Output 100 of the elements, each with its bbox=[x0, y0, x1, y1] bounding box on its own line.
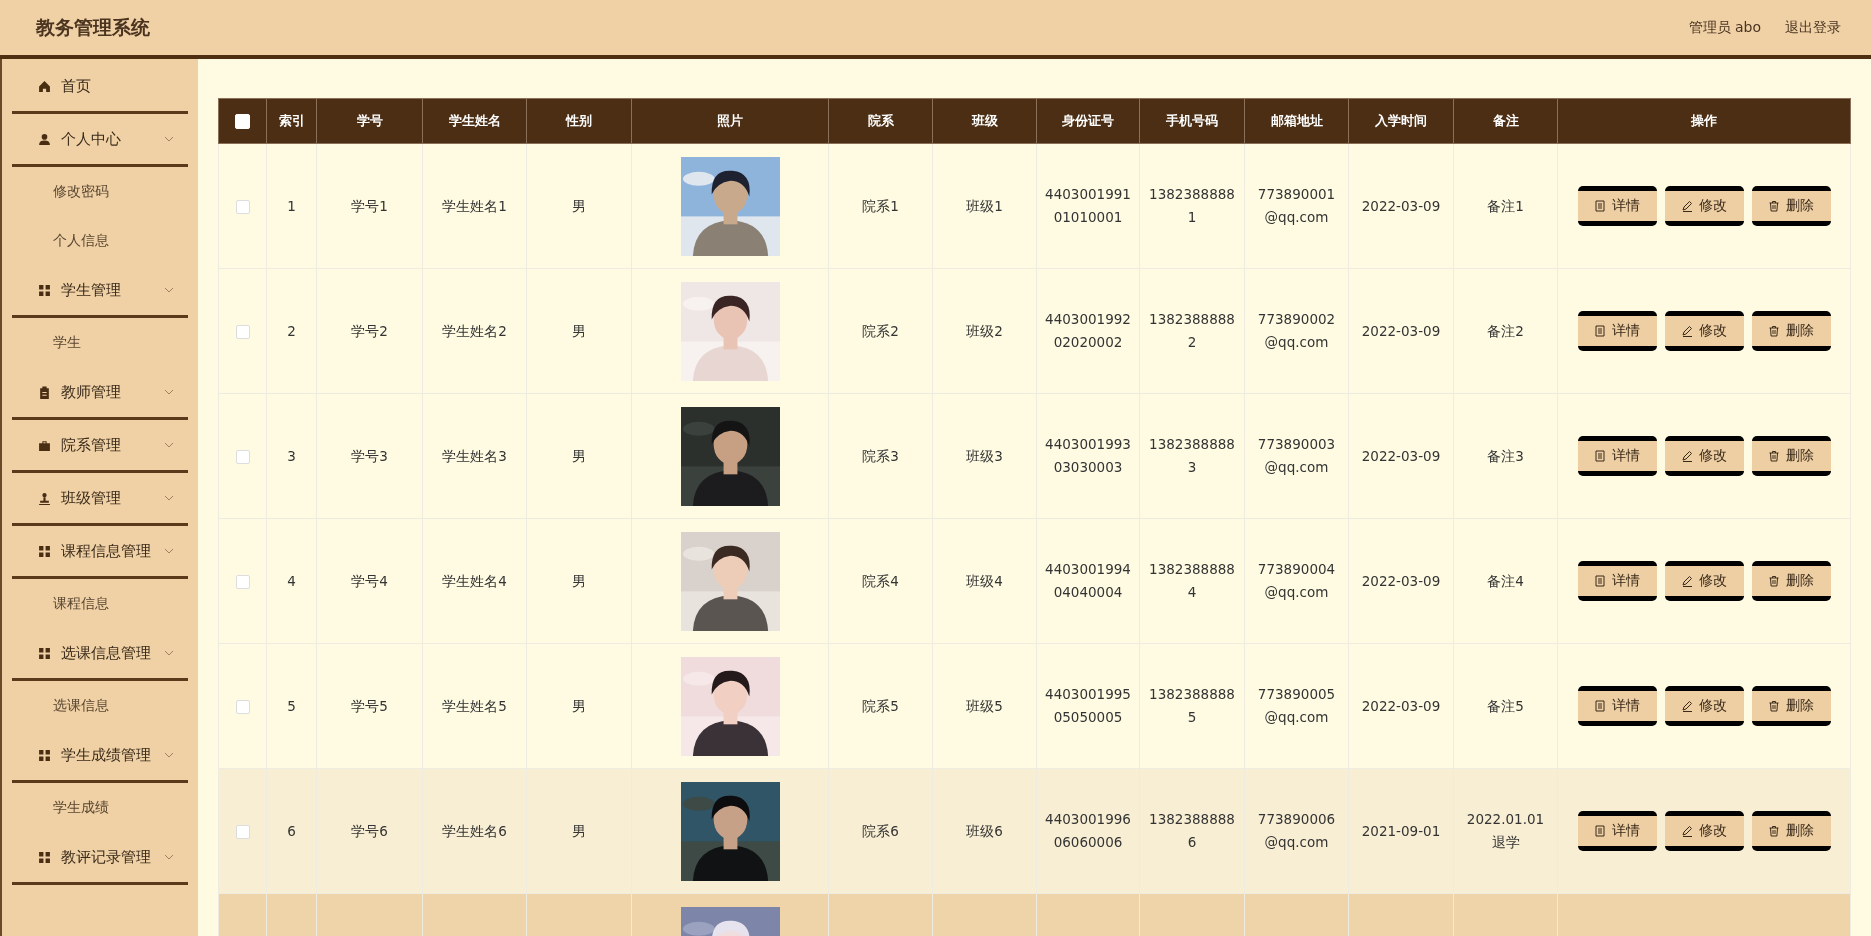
table-row[interactable]: 2 学号2 学生姓名2 男 院系2 班级2 440300199202020002 13823888882 773890002@qq.com 2022-03-09 备注2 详情 修改 删除 bbox=[218, 268, 1851, 394]
document-icon bbox=[1594, 825, 1606, 837]
delete-button[interactable]: 删除 bbox=[1751, 686, 1831, 726]
table-cell-text: 院系6 bbox=[862, 821, 899, 841]
table-cell-text: 2 bbox=[287, 321, 296, 341]
sidebar-subitem[interactable]: 学生 bbox=[2, 318, 198, 367]
table-cell-text: 学生姓名1 bbox=[442, 196, 507, 216]
chevron-icon bbox=[164, 442, 174, 448]
column-header[interactable]: 学号 bbox=[316, 98, 423, 144]
table-cell-text: 773890006@qq.com bbox=[1256, 810, 1337, 852]
delete-button[interactable]: 删除 bbox=[1751, 561, 1831, 601]
row-checkbox[interactable] bbox=[235, 200, 250, 214]
details-button[interactable]: 详情 bbox=[1577, 436, 1657, 476]
column-header[interactable]: 手机号码 bbox=[1139, 98, 1245, 144]
sidebar-subitem[interactable]: 选课信息 bbox=[2, 681, 198, 730]
chevron-icon bbox=[164, 136, 174, 142]
trash-icon bbox=[1768, 700, 1780, 712]
sidebar-subitem[interactable]: 个人信息 bbox=[2, 216, 198, 265]
sidebar-item[interactable]: 教评记录管理 bbox=[12, 832, 188, 885]
column-header[interactable]: 索引 bbox=[266, 98, 317, 144]
table-cell-text: 班级3 bbox=[966, 446, 1003, 466]
sidebar-item[interactable]: 个人中心 bbox=[12, 114, 188, 167]
table-cell-text: 773890004@qq.com bbox=[1256, 560, 1337, 602]
table-cell-text: 学号4 bbox=[351, 571, 388, 591]
table-cell-text: 6 bbox=[287, 821, 296, 841]
table-row[interactable]: 5 学号5 学生姓名5 男 院系5 班级5 440300199505050005 13823888885 773890005@qq.com 2022-03-09 备注5 详情 修改 删除 bbox=[218, 643, 1851, 769]
row-checkbox[interactable] bbox=[235, 575, 250, 589]
sidebar-item[interactable]: 选课信息管理 bbox=[12, 628, 188, 681]
table-cell-text: 学生姓名2 bbox=[442, 321, 507, 341]
sidebar-subitem[interactable]: 学生成绩 bbox=[2, 783, 198, 832]
table-cell-text: 13823888886 bbox=[1148, 810, 1236, 852]
table-row[interactable]: 4 学号4 学生姓名4 男 院系4 班级4 440300199404040004 13823888884 773890004@qq.com 2022-03-09 备注4 详情 修改 删除 bbox=[218, 518, 1851, 644]
details-button[interactable]: 详情 bbox=[1577, 811, 1657, 851]
row-checkbox[interactable] bbox=[235, 700, 250, 714]
column-header[interactable]: 院系 bbox=[828, 98, 933, 144]
pencil-icon bbox=[1681, 450, 1693, 462]
column-header[interactable]: 备注 bbox=[1453, 98, 1558, 144]
sidebar-item[interactable]: 学生管理 bbox=[12, 265, 188, 318]
chevron-icon bbox=[164, 287, 174, 293]
grid-icon bbox=[38, 646, 51, 660]
details-button[interactable]: 详情 bbox=[1577, 311, 1657, 351]
table-cell-text: 备注2 bbox=[1486, 321, 1525, 341]
details-button[interactable]: 详情 bbox=[1577, 686, 1657, 726]
stamp-icon bbox=[38, 491, 51, 505]
table-cell-text: 13823888885 bbox=[1148, 685, 1236, 727]
table-cell-text: 13823888881 bbox=[1148, 185, 1236, 227]
chevron-icon bbox=[164, 389, 174, 395]
column-header[interactable]: 照片 bbox=[631, 98, 829, 144]
delete-button[interactable]: 删除 bbox=[1751, 311, 1831, 351]
details-button[interactable]: 详情 bbox=[1577, 186, 1657, 226]
column-header[interactable]: 身份证号 bbox=[1036, 98, 1140, 144]
table-cell-text: 2022-03-09 bbox=[1361, 196, 1441, 216]
sidebar-item[interactable]: 学生成绩管理 bbox=[12, 730, 188, 783]
edit-button[interactable]: 修改 bbox=[1664, 186, 1744, 226]
select-all-checkbox[interactable] bbox=[235, 114, 250, 129]
column-header[interactable]: 入学时间 bbox=[1348, 98, 1454, 144]
table-cell-text: 2022-03-09 bbox=[1361, 321, 1441, 341]
column-header[interactable]: 学生姓名 bbox=[422, 98, 527, 144]
sidebar-item[interactable]: 班级管理 bbox=[12, 473, 188, 526]
sidebar-item[interactable]: 教师管理 bbox=[12, 367, 188, 420]
sidebar-item[interactable]: 课程信息管理 bbox=[12, 526, 188, 579]
row-checkbox[interactable] bbox=[235, 825, 250, 839]
table-cell-text: 2022-03-09 bbox=[1361, 696, 1441, 716]
chevron-icon bbox=[164, 495, 174, 501]
edit-button[interactable]: 修改 bbox=[1664, 811, 1744, 851]
delete-button[interactable]: 删除 bbox=[1751, 186, 1831, 226]
edit-button[interactable]: 修改 bbox=[1664, 686, 1744, 726]
delete-button[interactable]: 删除 bbox=[1751, 811, 1831, 851]
table-cell-text: 院系1 bbox=[862, 196, 899, 216]
chevron-icon bbox=[164, 548, 174, 554]
column-header[interactable]: 邮箱地址 bbox=[1244, 98, 1349, 144]
table-cell-text: 3 bbox=[287, 446, 296, 466]
column-header[interactable]: 性别 bbox=[526, 98, 632, 144]
grid-icon bbox=[38, 748, 51, 762]
table-cell-text: 773890002@qq.com bbox=[1256, 310, 1337, 352]
table-row[interactable]: 6 学号6 学生姓名6 男 院系6 班级6 440300199606060006 13823888886 773890006@qq.com 2021-09-01 2022.01.01 退学 详情 修改 删除 bbox=[218, 768, 1851, 894]
table-row[interactable]: 1 学号1 学生姓名1 男 院系1 班级1 440300199101010001 13823888881 773890001@qq.com 2022-03-09 备注1 详情 修改 删除 bbox=[218, 143, 1851, 269]
delete-button[interactable]: 删除 bbox=[1751, 436, 1831, 476]
edit-button[interactable]: 修改 bbox=[1664, 561, 1744, 601]
table-cell-text: 2022-03-09 bbox=[1361, 571, 1441, 591]
column-header[interactable]: 操作 bbox=[1557, 98, 1851, 144]
details-button[interactable]: 详情 bbox=[1577, 561, 1657, 601]
row-checkbox[interactable] bbox=[235, 325, 250, 339]
sidebar-item[interactable]: 首页 bbox=[12, 61, 188, 114]
table-cell-text: 学生姓名3 bbox=[442, 446, 507, 466]
table-cell-text: 学号6 bbox=[351, 821, 388, 841]
pencil-icon bbox=[1681, 575, 1693, 587]
pencil-icon bbox=[1681, 325, 1693, 337]
edit-button[interactable]: 修改 bbox=[1664, 436, 1744, 476]
sidebar-subitem[interactable]: 课程信息 bbox=[2, 579, 198, 628]
pencil-icon bbox=[1681, 200, 1693, 212]
sidebar-subitem[interactable]: 修改密码 bbox=[2, 167, 198, 216]
edit-button[interactable]: 修改 bbox=[1664, 311, 1744, 351]
table-cell-text: 773890003@qq.com bbox=[1256, 435, 1337, 477]
column-header[interactable]: 班级 bbox=[932, 98, 1037, 144]
table-cell-text: 班级6 bbox=[966, 821, 1003, 841]
table-row[interactable]: 3 学号3 学生姓名3 男 院系3 班级3 440300199303030003 13823888883 773890003@qq.com 2022-03-09 备注3 详情 修改 删除 bbox=[218, 393, 1851, 519]
sidebar-item[interactable]: 院系管理 bbox=[12, 420, 188, 473]
row-checkbox[interactable] bbox=[235, 450, 250, 464]
logout-link[interactable]: 退出登录 bbox=[1785, 18, 1841, 37]
